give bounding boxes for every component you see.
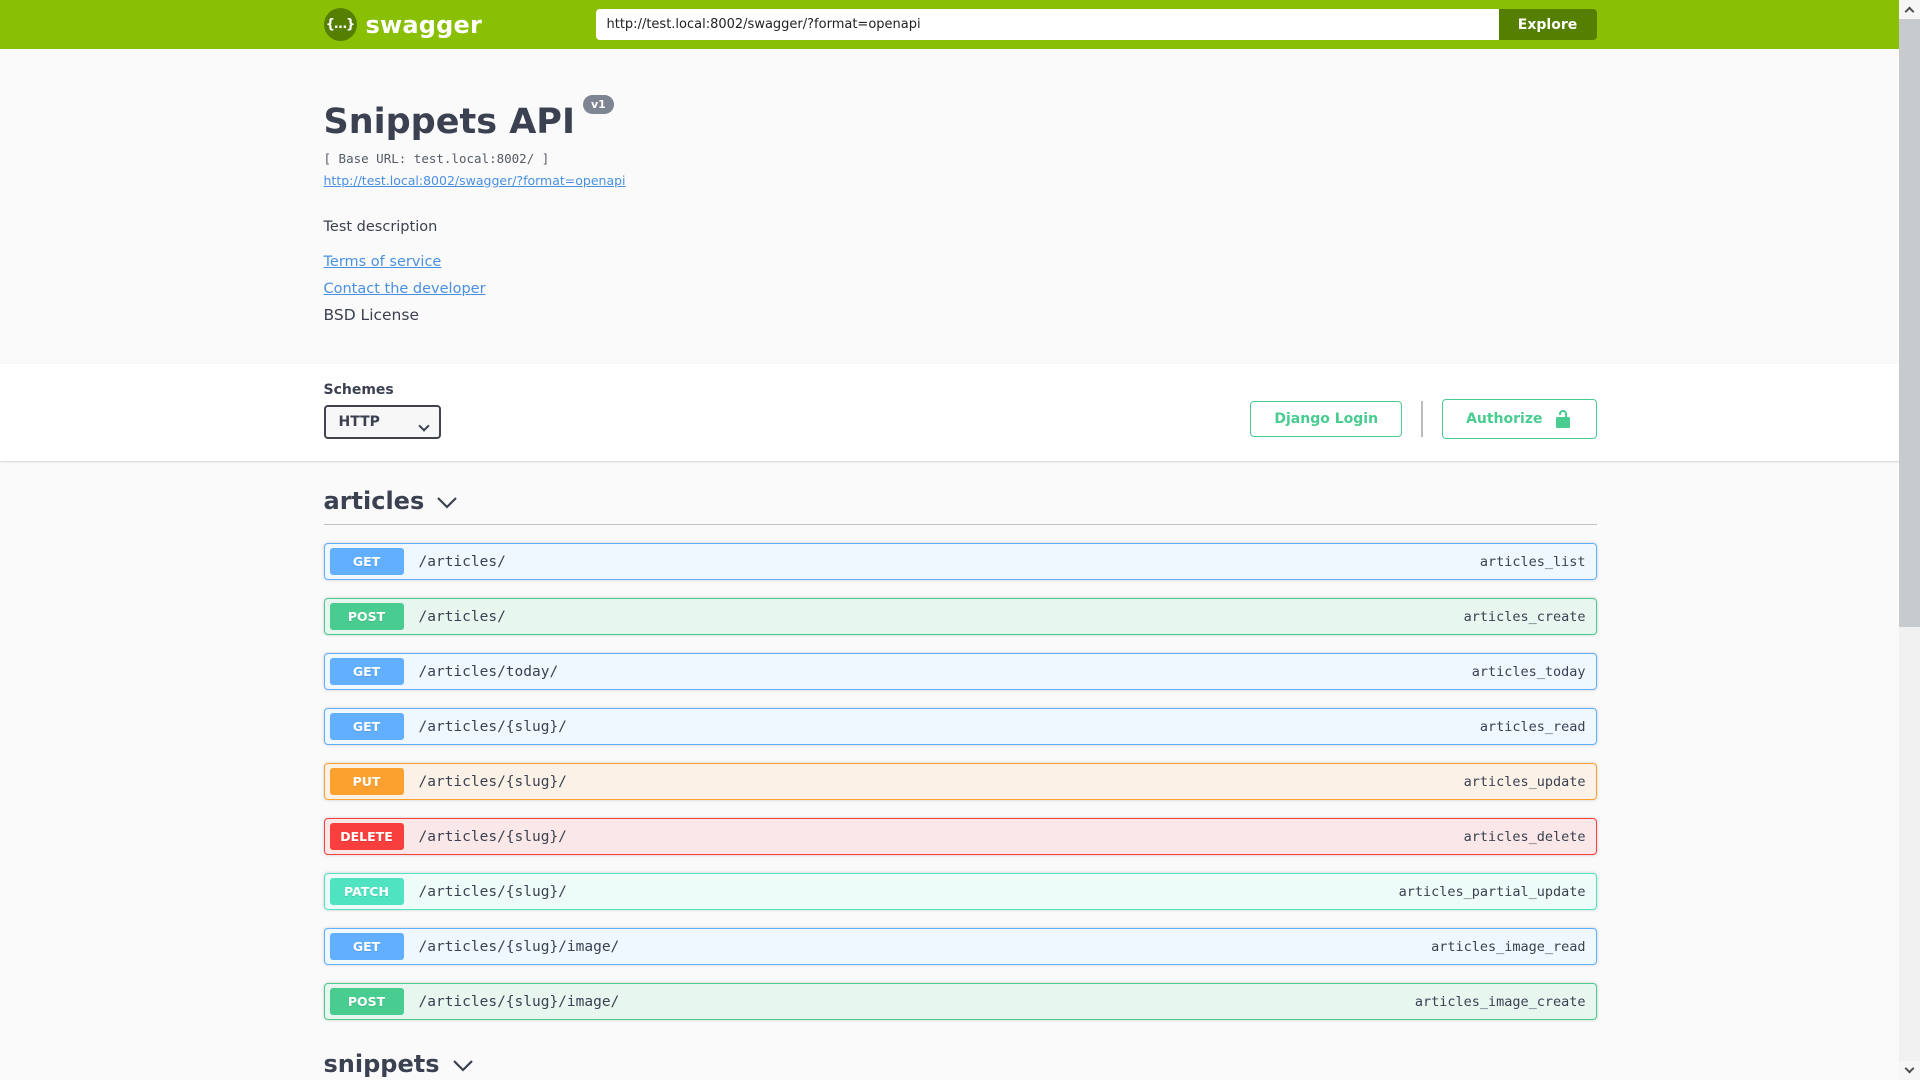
- method-badge: GET: [329, 548, 404, 575]
- operation-row[interactable]: DELETE/articles/{slug}/ articles_delete: [323, 818, 1597, 855]
- operation-row[interactable]: GET/articles/{slug}/ articles_read: [323, 708, 1597, 745]
- operation-id: articles_image_create: [1414, 993, 1586, 1010]
- section-header-articles[interactable]: articles: [324, 487, 1597, 515]
- operation-path: /articles/{slug}/: [418, 883, 567, 900]
- swagger-logo: {…} swagger: [323, 8, 483, 41]
- method-badge: PATCH: [329, 878, 404, 905]
- operation-path: /articles/{slug}/image/: [418, 993, 620, 1010]
- spec-url-form: Explore: [595, 9, 1597, 40]
- method-badge: POST: [329, 988, 404, 1015]
- scheme-select[interactable]: HTTP: [323, 405, 441, 439]
- page-title: Snippets API: [323, 102, 575, 142]
- auth-wrapper: Django Login Authorize: [1250, 399, 1597, 439]
- scheme-container: Schemes HTTP Django Login Authorize: [0, 364, 1920, 461]
- method-badge: POST: [329, 603, 404, 630]
- operation-row[interactable]: GET/articles/today/articles_today: [323, 653, 1597, 690]
- django-login-label: Django Login: [1274, 411, 1379, 427]
- operation-id: articles_read: [1479, 718, 1586, 735]
- operation-id: articles_delete: [1463, 828, 1586, 845]
- spec-url-input[interactable]: [595, 9, 1499, 40]
- operation-path: /articles/{slug}/image/: [418, 938, 620, 955]
- api-tag-section: snippetsGET/snippets/snippets_list: [324, 1050, 1597, 1080]
- license-text: BSD License: [323, 306, 420, 324]
- method-badge: PUT: [329, 768, 404, 795]
- api-description: Test description: [323, 219, 438, 235]
- operations: articles GET/articles/articles_list POST/a…: [323, 461, 1597, 1080]
- swagger-logo-text: swagger: [365, 10, 483, 39]
- operation-id: articles_image_read: [1431, 938, 1586, 955]
- section-title: articles: [323, 487, 425, 515]
- authorize-label: Authorize: [1466, 411, 1543, 427]
- schemes-block: Schemes HTTP: [323, 382, 441, 439]
- operation-row[interactable]: PUT/articles/{slug}/ articles_update: [323, 763, 1597, 800]
- scroll-up-arrow-icon[interactable]: [1899, 0, 1920, 19]
- api-tag-section: articles GET/articles/articles_list POST/a…: [323, 487, 1597, 1020]
- operation-id: articles_update: [1463, 773, 1586, 790]
- django-login-button[interactable]: Django Login: [1250, 401, 1403, 437]
- terms-of-service-link[interactable]: Terms of service: [324, 254, 442, 270]
- api-info-section: Snippets API v1 [ Base URL: test.local:80…: [0, 49, 1920, 364]
- explore-button[interactable]: Explore: [1498, 9, 1597, 40]
- operation-path: /articles/{slug}/: [418, 828, 567, 845]
- schemes-label: Schemes: [323, 382, 394, 398]
- topbar: {…} swagger Explore: [0, 0, 1920, 49]
- method-badge: GET: [329, 658, 404, 685]
- chevron-down-icon: [437, 497, 458, 509]
- operation-path: /articles/today/: [418, 663, 559, 680]
- vertical-scrollbar[interactable]: [1899, 0, 1920, 1080]
- operation-row[interactable]: POST/articles/articles_create: [323, 598, 1597, 635]
- operation-id: articles_today: [1471, 663, 1586, 680]
- method-badge: DELETE: [329, 823, 404, 850]
- operation-id: articles_create: [1463, 608, 1586, 625]
- version-badge: v1: [582, 95, 614, 114]
- title-row: Snippets API v1: [323, 95, 1597, 143]
- scrollbar-thumb[interactable]: [1899, 19, 1920, 627]
- section-header-snippets[interactable]: snippets: [324, 1050, 1597, 1078]
- operation-row[interactable]: GET/articles/{slug}/image/articles_image…: [323, 928, 1597, 965]
- swagger-brackets-icon: {…}: [323, 8, 357, 41]
- operation-row[interactable]: GET/articles/articles_list: [323, 543, 1597, 580]
- operation-path: /articles/{slug}/: [418, 718, 567, 735]
- spec-link[interactable]: http://test.local:8002/swagger/?format=o…: [324, 173, 626, 188]
- unlocked-padlock-icon: [1555, 410, 1570, 428]
- operation-path: /articles/: [418, 553, 506, 570]
- base-url: [ Base URL: test.local:8002/ ]: [323, 151, 550, 166]
- auth-divider: [1421, 401, 1424, 437]
- section-title: snippets: [323, 1050, 440, 1078]
- operation-id: articles_list: [1479, 553, 1586, 570]
- contact-developer-link[interactable]: Contact the developer: [324, 281, 486, 297]
- scroll-down-arrow-icon[interactable]: [1899, 1061, 1920, 1080]
- chevron-down-icon: [452, 1060, 473, 1072]
- operation-id: articles_partial_update: [1398, 883, 1586, 900]
- operation-row[interactable]: PATCH/articles/{slug}/ articles_partial_u…: [323, 873, 1597, 910]
- method-badge: GET: [329, 713, 404, 740]
- operation-path: /articles/{slug}/: [418, 773, 567, 790]
- authorize-button[interactable]: Authorize: [1442, 399, 1597, 439]
- method-badge: GET: [329, 933, 404, 960]
- operation-path: /articles/: [418, 608, 506, 625]
- section-divider: [323, 524, 1597, 525]
- operation-row[interactable]: POST/articles/{slug}/image/articles_imag…: [323, 983, 1597, 1020]
